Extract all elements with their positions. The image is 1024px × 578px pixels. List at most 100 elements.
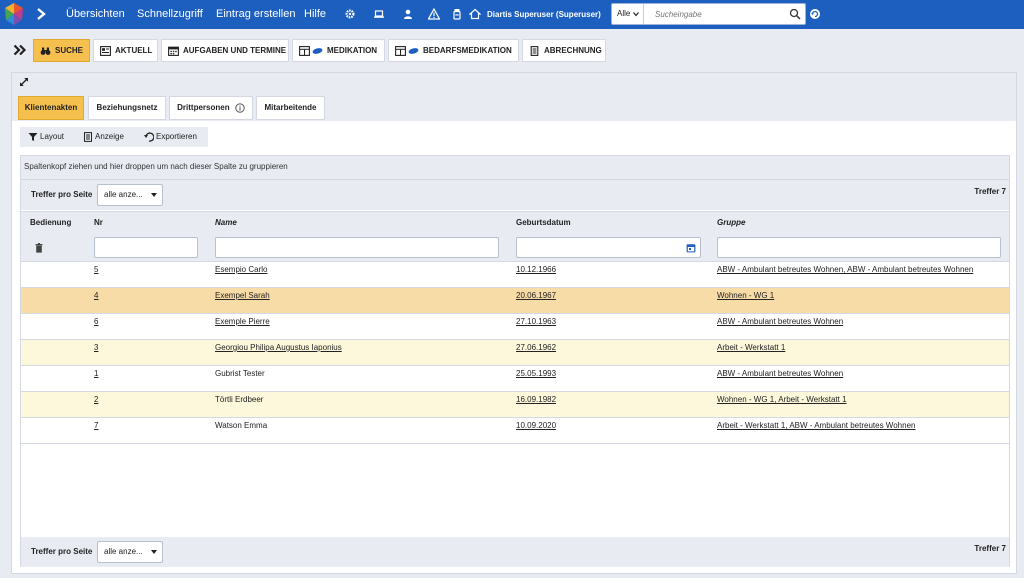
layout-button[interactable]: Layout — [28, 127, 70, 147]
cell-gruppe[interactable]: ABW - Ambulant betreutes Wohnen — [717, 366, 843, 382]
cell-geburtsdatum[interactable]: 27.10.1963 — [516, 314, 556, 330]
anzeige-button[interactable]: Anzeige — [83, 127, 131, 147]
cell-nr[interactable]: 6 — [94, 314, 98, 330]
gear-icon[interactable] — [344, 8, 356, 20]
medicine-bottle-icon[interactable] — [451, 8, 463, 20]
cell-gruppe[interactable]: Wohnen - WG 1, Arbeit - Werkstatt 1 — [717, 392, 847, 408]
column-header-row: Bedienung Nr Name Geburtsdatum Gruppe — [21, 211, 1009, 234]
nav-eintrag-erstellen[interactable]: Eintrag erstellen — [216, 0, 296, 29]
chevron-right-icon[interactable] — [36, 7, 46, 21]
grid-rows: 5 Esempio Carlo 10.12.1966 ABW - Ambulan… — [21, 262, 1009, 444]
subtab-drittpersonen[interactable]: Drittpersonen — [169, 96, 253, 120]
column-header-name[interactable]: Name — [215, 212, 237, 234]
table-row[interactable]: 2 Törtli Erdbeer 16.09.1982 Wohnen - WG … — [21, 392, 1009, 418]
page-size-label: Treffer pro Seite — [31, 190, 93, 199]
trash-icon[interactable] — [35, 243, 43, 253]
cell-geburtsdatum[interactable]: 20.06.1967 — [516, 288, 556, 304]
cell-gruppe[interactable]: Wohnen - WG 1 — [717, 288, 774, 304]
calendar-icon — [168, 46, 179, 56]
cell-geburtsdatum[interactable]: 16.09.1982 — [516, 392, 556, 408]
group-drop-zone[interactable]: Spaltenkopf ziehen und hier droppen um n… — [21, 156, 1009, 180]
tab-aufgaben-und-termine[interactable]: Aufgaben und Termine — [161, 39, 289, 62]
cell-name[interactable]: Georgiou Philipa Augustus Iaponius — [215, 340, 342, 356]
cell-gruppe[interactable]: ABW - Ambulant betreutes Wohnen — [717, 314, 843, 330]
nav-uebersichten[interactable]: Übersichten — [66, 0, 125, 29]
tab-bedarfsmedikation[interactable]: Bedarfsmedikation — [388, 39, 519, 62]
warning-icon[interactable] — [428, 8, 440, 20]
hit-count: Treffer 7 — [974, 187, 1006, 196]
cell-nr[interactable]: 2 — [94, 392, 98, 408]
expand-icon[interactable] — [19, 77, 29, 87]
cell-geburtsdatum[interactable]: 10.12.1966 — [516, 262, 556, 278]
column-header-nr[interactable]: Nr — [94, 212, 103, 234]
table-icon — [299, 46, 310, 56]
cell-name[interactable]: Törtli Erdbeer — [215, 392, 263, 408]
cell-gruppe[interactable]: Arbeit - Werkstatt 1 — [717, 340, 785, 356]
subtab-mitarbeitende[interactable]: Mitarbeitende — [256, 96, 325, 120]
bottom-pager: Treffer pro Seite alle anze... Treffer 7 — [21, 537, 1009, 567]
cell-nr[interactable]: 3 — [94, 340, 98, 356]
layout-button-label: Layout — [40, 132, 65, 141]
cell-name[interactable]: Exemple Pierre — [215, 314, 270, 330]
nav-schnellzugriff[interactable]: Schnellzugriff — [137, 0, 203, 29]
tab-bedarfsmedikation-label: Bedarfsmedikation — [423, 46, 512, 55]
page-size-value: alle anze... — [104, 190, 143, 199]
document-icon — [84, 132, 92, 142]
app-logo[interactable] — [3, 2, 25, 26]
user-icon[interactable] — [402, 8, 414, 20]
tab-medikation-label: Medikation — [327, 46, 378, 55]
cell-name[interactable]: Gubrist Tester — [215, 366, 265, 382]
exportieren-button[interactable]: Exportieren — [144, 127, 206, 147]
double-chevron-right-icon[interactable] — [13, 44, 27, 56]
search-scope-select[interactable]: Alle — [612, 4, 644, 24]
filter-name-input[interactable] — [215, 237, 499, 258]
cell-name[interactable]: Exempel Sarah — [215, 288, 270, 304]
tab-suche[interactable]: Suche — [33, 39, 90, 62]
refresh-icon[interactable] — [809, 8, 821, 20]
filter-gruppe-input[interactable] — [717, 237, 1001, 258]
page-size-select[interactable]: alle anze... — [97, 184, 163, 206]
filter-nr-input[interactable] — [94, 237, 198, 258]
column-header-bedienung[interactable]: Bedienung — [30, 212, 71, 234]
cell-name[interactable]: Esempio Carlo — [215, 262, 267, 278]
top-pager: Treffer pro Seite alle anze... Treffer 7 — [21, 180, 1009, 210]
cell-gruppe[interactable]: ABW - Ambulant betreutes Wohnen, ABW - A… — [717, 262, 973, 278]
current-user[interactable]: Diartis Superuser (Superuser) — [487, 0, 601, 29]
table-row[interactable]: 7 Watson Emma 10.09.2020 Arbeit - Werkst… — [21, 418, 1009, 444]
filter-geburtsdatum-input[interactable] — [516, 237, 701, 258]
cell-nr[interactable]: 4 — [94, 288, 98, 304]
table-row[interactable]: 6 Exemple Pierre 27.10.1963 ABW - Ambula… — [21, 314, 1009, 340]
cell-nr[interactable]: 5 — [94, 262, 98, 278]
tab-aktuell[interactable]: Aktuell — [93, 39, 158, 62]
table-row[interactable]: 3 Georgiou Philipa Augustus Iaponius 27.… — [21, 340, 1009, 366]
column-header-geburtsdatum[interactable]: Geburtsdatum — [516, 212, 571, 234]
nav-hilfe[interactable]: Hilfe — [304, 0, 326, 29]
calendar-icon[interactable] — [686, 243, 696, 253]
anzeige-button-label: Anzeige — [95, 132, 124, 141]
home-icon[interactable] — [469, 8, 481, 20]
cell-name[interactable]: Watson Emma — [215, 418, 267, 434]
laptop-icon[interactable] — [373, 8, 385, 20]
cell-geburtsdatum[interactable]: 10.09.2020 — [516, 418, 556, 434]
caret-down-icon — [151, 193, 157, 197]
search-icon[interactable] — [789, 8, 801, 20]
table-row-selected[interactable]: 4 Exempel Sarah 20.06.1967 Wohnen - WG 1 — [21, 288, 1009, 314]
table-row[interactable]: 5 Esempio Carlo 10.12.1966 ABW - Ambulan… — [21, 262, 1009, 288]
subtab-klientenakten[interactable]: Klientenakten — [18, 96, 84, 120]
column-header-gruppe[interactable]: Gruppe — [717, 212, 745, 234]
subtab-beziehungsnetz[interactable]: Beziehungsnetz — [88, 96, 166, 120]
filter-row — [21, 234, 1009, 262]
cell-gruppe[interactable]: Arbeit - Werkstatt 1, ABW - Ambulant bet… — [717, 418, 915, 434]
cell-geburtsdatum[interactable]: 25.05.1993 — [516, 366, 556, 382]
tab-abrechnung[interactable]: Abrechnung — [522, 39, 606, 62]
cell-geburtsdatum[interactable]: 27.06.1962 — [516, 340, 556, 356]
page-size-select[interactable]: alle anze... — [97, 541, 163, 563]
search-scope-value: Alle — [617, 9, 631, 18]
info-icon[interactable] — [235, 103, 245, 113]
table-row[interactable]: 1 Gubrist Tester 25.05.1993 ABW - Ambula… — [21, 366, 1009, 392]
cell-nr[interactable]: 1 — [94, 366, 98, 382]
search-input[interactable] — [645, 4, 785, 24]
exportieren-button-label: Exportieren — [156, 132, 197, 141]
cell-nr[interactable]: 7 — [94, 418, 98, 434]
tab-medikation[interactable]: Medikation — [292, 39, 385, 62]
